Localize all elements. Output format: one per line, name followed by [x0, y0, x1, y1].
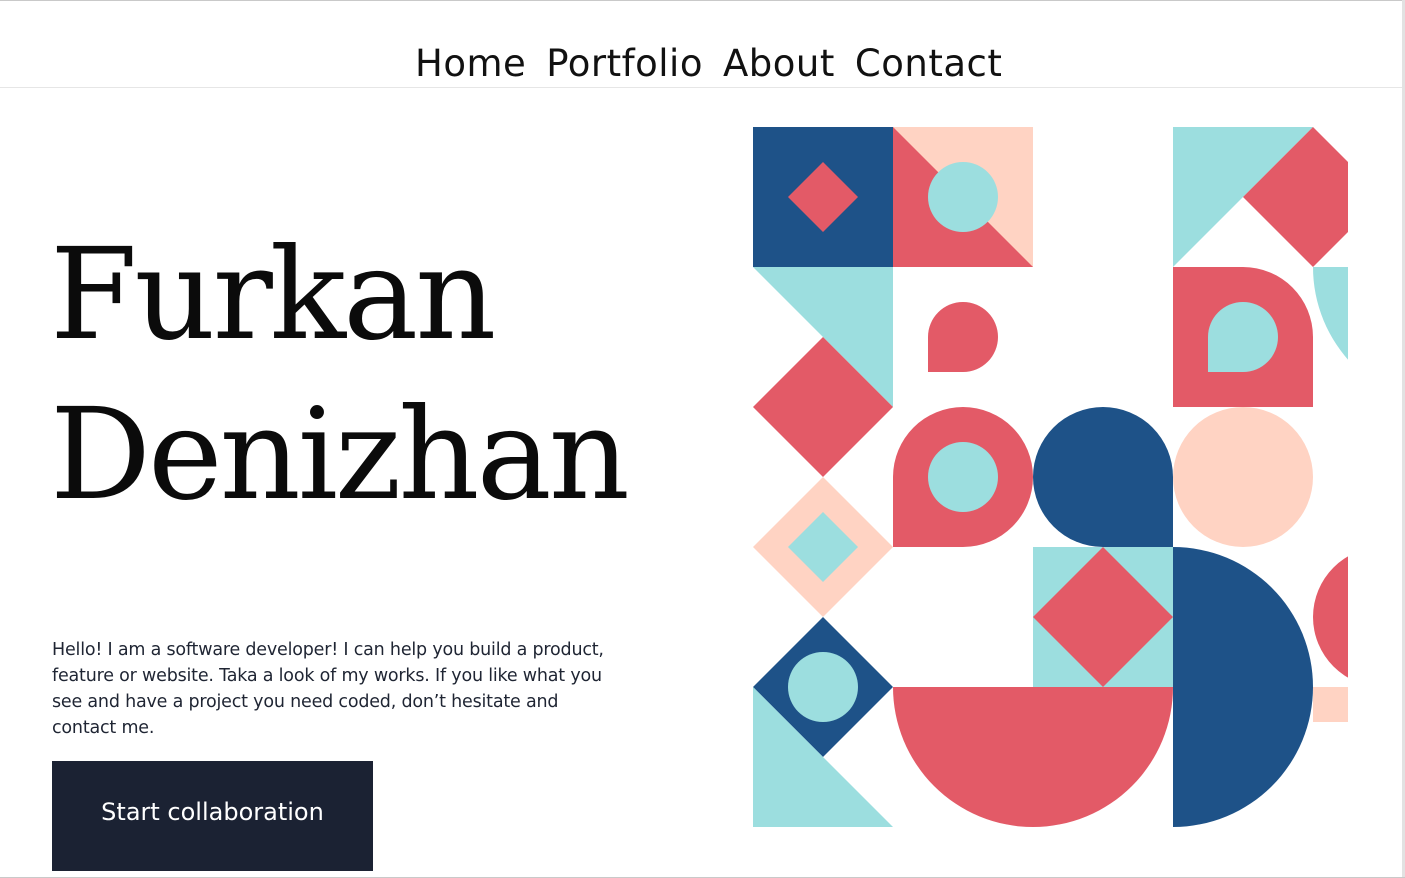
start-collaboration-button[interactable]: Start collaboration	[52, 761, 373, 871]
nav-link-home[interactable]: Home	[415, 38, 526, 90]
hero-intro-text: Hello! I am a software developer! I can …	[52, 640, 604, 738]
tile-teal-circle	[928, 442, 998, 512]
start-collaboration-label: Start collaboration	[101, 797, 324, 826]
tile-coral-bowl	[893, 687, 1173, 827]
nav-link-contact[interactable]: Contact	[855, 38, 1002, 90]
page: Home Portfolio About Contact Furkan Deni…	[0, 0, 1405, 878]
nav-link-portfolio[interactable]: Portfolio	[546, 38, 703, 90]
hero-last-name: Denizhan	[50, 381, 630, 528]
tile-coral-drop	[928, 302, 998, 372]
hero-first-name: Furkan	[50, 221, 496, 368]
geometric-pattern-illustration	[753, 127, 1348, 827]
tile-navy-drop	[1033, 407, 1173, 547]
top-navigation: Home Portfolio About Contact	[0, 0, 1402, 88]
tile-teal-drop	[1208, 302, 1278, 372]
tile-peach-strip	[1313, 687, 1348, 722]
hero-name-heading: Furkan Denizhan	[50, 215, 630, 535]
nav-links: Home Portfolio About Contact	[415, 38, 1002, 90]
tile-navy-half-circle	[1173, 547, 1313, 827]
nav-link-about[interactable]: About	[723, 38, 835, 90]
tile-coral-half-circle	[1313, 556, 1348, 678]
tile-peach-circle	[1173, 407, 1313, 547]
tile-teal-circle	[928, 162, 998, 232]
tile-teal-quarter	[1313, 267, 1348, 360]
tile-teal-circle	[788, 652, 858, 722]
